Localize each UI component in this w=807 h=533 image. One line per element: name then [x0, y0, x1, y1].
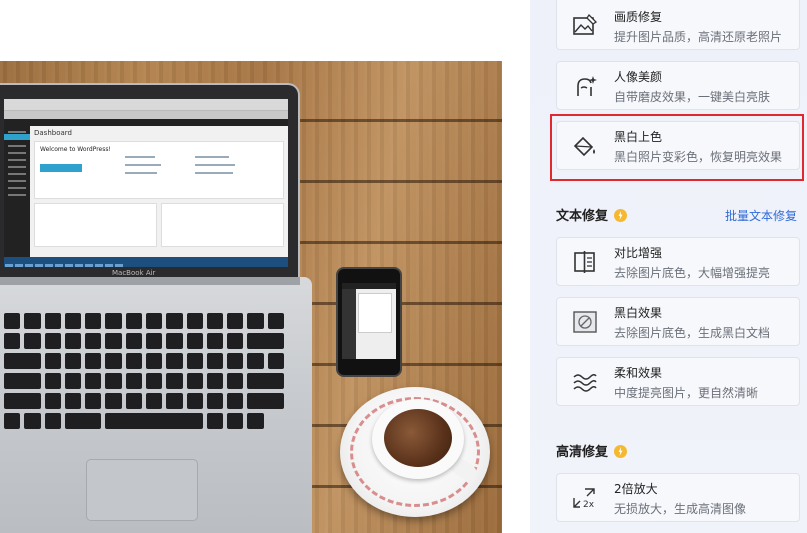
coffee: [384, 409, 452, 467]
contrast-compare-icon: [572, 250, 598, 274]
laptop-lid: Dashboard Welcome to WordPress! MacBook …: [0, 83, 300, 279]
card-contrast-enhance[interactable]: 对比增强 去除图片底色，大幅增强提亮: [556, 237, 800, 286]
screen-title: Dashboard: [34, 129, 72, 137]
card-desc: 无损放大，生成高清图像: [614, 502, 747, 516]
screen-welcome: Welcome to WordPress!: [40, 146, 111, 153]
card-2x-upscale[interactable]: 2x 2倍放大 无损放大，生成高清图像: [556, 473, 800, 522]
section-title-text-repair: 文本修复: [556, 205, 628, 224]
card-desc: 提升图片品质，高清还原老照片: [614, 30, 783, 44]
section-title-label: 文本修复: [556, 209, 609, 224]
touchpad: [86, 459, 198, 521]
phone: [336, 267, 402, 377]
card-desc: 去除图片底色，大幅增强提亮: [614, 266, 771, 280]
expand-2x-icon: 2x: [572, 486, 598, 510]
card-title: 人像美颜: [614, 70, 663, 84]
card-desc: 中度提亮图片，更自然清晰: [614, 386, 759, 400]
card-title: 对比增强: [614, 246, 663, 260]
card-desc: 去除图片底色，生成黑白文档: [614, 326, 771, 340]
card-desc: 自带磨皮效果，一键美白亮肤: [614, 90, 771, 104]
card-title: 柔和效果: [614, 366, 663, 380]
lightning-badge-icon: [614, 445, 628, 458]
laptop-brand: MacBook Air: [112, 269, 156, 277]
section-title-hd-repair: 高清修复: [556, 441, 628, 460]
laptop-screen: Dashboard Welcome to WordPress!: [4, 99, 288, 267]
photo-preview: Dashboard Welcome to WordPress! MacBook …: [0, 61, 502, 533]
selection-highlight: [550, 114, 804, 181]
bw-document-icon: [572, 310, 598, 334]
batch-text-repair-link[interactable]: 批量文本修复: [725, 207, 797, 224]
wave-lines-icon: [572, 370, 598, 394]
section-title-label: 高清修复: [556, 445, 609, 460]
laptop-base: [0, 277, 312, 533]
expand-2x-label: 2x: [583, 500, 595, 510]
keyboard: [4, 313, 284, 435]
function-panel: 画质修复 提升图片品质，高清还原老照片 人像美颜 自带磨皮效果，一键美白亮肤 黑…: [530, 0, 807, 533]
image-edit-icon: [572, 13, 598, 37]
card-title: 2倍放大: [614, 482, 658, 496]
card-title: 黑白效果: [614, 306, 663, 320]
card-soft-effect[interactable]: 柔和效果 中度提亮图片，更自然清晰: [556, 357, 800, 406]
card-bw-effect[interactable]: 黑白效果 去除图片底色，生成黑白文档: [556, 297, 800, 346]
card-quality-repair[interactable]: 画质修复 提升图片品质，高清还原老照片: [556, 0, 800, 50]
card-title: 画质修复: [614, 10, 663, 24]
lightning-badge-icon: [614, 209, 628, 222]
card-portrait-beauty[interactable]: 人像美颜 自带磨皮效果，一键美白亮肤: [556, 61, 800, 110]
app-stage: Dashboard Welcome to WordPress! MacBook …: [0, 0, 807, 533]
face-sparkle-icon: [572, 74, 598, 98]
